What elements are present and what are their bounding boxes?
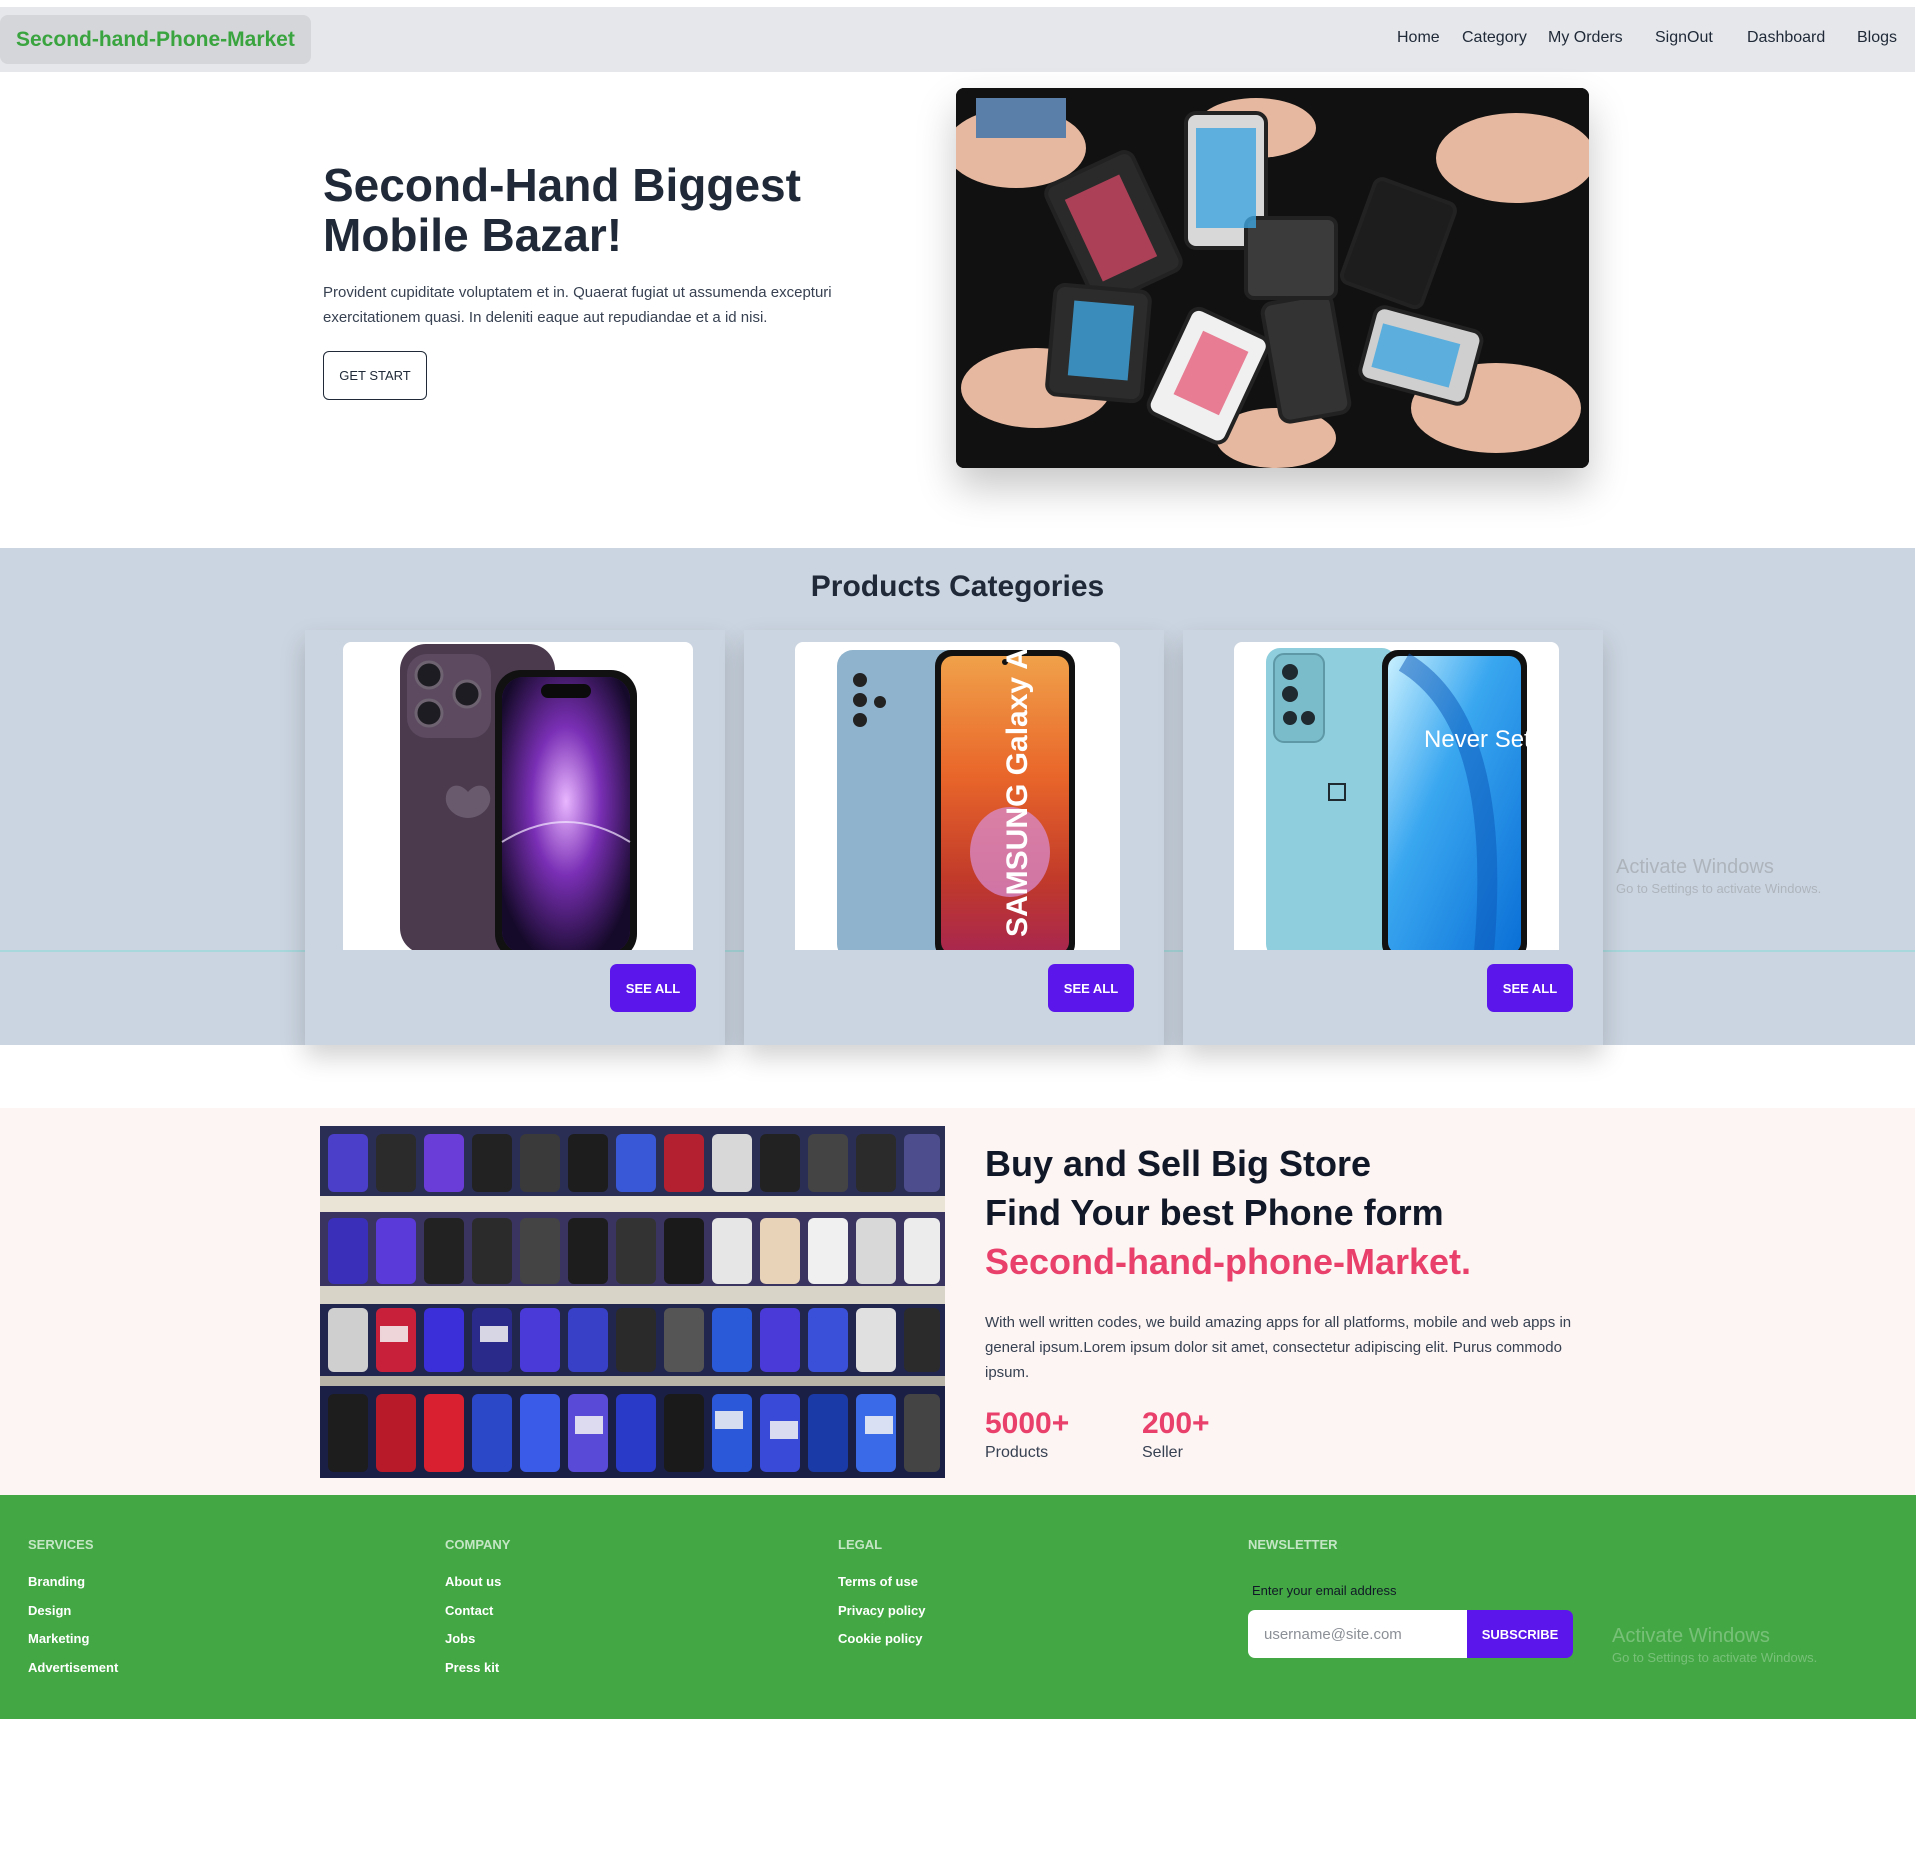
categories-title: Products Categories: [810, 570, 1105, 603]
hero-text: Provident cupiditate voluptatem et in. Q…: [323, 284, 832, 326]
stat-products-label: Products: [985, 1444, 1049, 1461]
footer-link-advertisement[interactable]: Advertisement: [28, 1660, 118, 1675]
oneplus-slogan-text: Never Settle: [1424, 726, 1556, 753]
category-card-iphone[interactable]: SEE ALL: [305, 630, 725, 1045]
nav-home[interactable]: Home: [1397, 29, 1440, 47]
hero-title: Second-Hand Biggest Mobile Bazar!: [323, 159, 801, 261]
footer-link-press-kit[interactable]: Press kit: [445, 1660, 499, 1675]
hero-phones-illustration: [956, 88, 1589, 468]
get-start-button[interactable]: GET START: [323, 351, 427, 400]
stat-products-value: 5000+: [985, 1407, 1070, 1440]
navbar: Second-hand-Phone-Market Home Category M…: [0, 7, 1915, 72]
footer-company-title: COMPANY: [445, 1537, 511, 1552]
nav-dashboard[interactable]: Dashboard: [1747, 29, 1825, 47]
see-all-button[interactable]: SEE ALL: [610, 964, 696, 1012]
footer-link-terms[interactable]: Terms of use: [838, 1574, 918, 1589]
see-all-button[interactable]: SEE ALL: [1048, 964, 1134, 1012]
watermark-title: Activate Windows: [1612, 1625, 1770, 1647]
iphone-illustration: [400, 644, 637, 950]
nav-links: Home Category My Orders SignOut Dashboar…: [1315, 7, 1915, 72]
subscribe-button[interactable]: SUBSCRIBE: [1467, 1610, 1573, 1658]
brand-logo-link[interactable]: Second-hand-Phone-Market: [0, 15, 311, 64]
about-section: [0, 1108, 1915, 1495]
newsletter-email-label: Enter your email address: [1252, 1583, 1397, 1598]
footer-link-design[interactable]: Design: [28, 1603, 71, 1618]
footer-legal-title: LEGAL: [838, 1537, 883, 1552]
nav-my-orders[interactable]: My Orders: [1548, 29, 1623, 47]
category-image-oneplus: Never Settle: [1234, 642, 1559, 950]
category-card-oneplus[interactable]: Never Settle SEE ALL: [1183, 630, 1603, 1045]
newsletter-email-input[interactable]: [1248, 1610, 1467, 1658]
stat-seller-value: 200+: [1142, 1407, 1210, 1440]
category-card-samsung[interactable]: SAMSUNG Galaxy A32 SEE ALL: [744, 630, 1164, 1045]
oneplus-illustration: Never Settle: [1266, 648, 1556, 950]
page-edge: [1916, 0, 1920, 1868]
category-image-samsung: SAMSUNG Galaxy A32: [795, 642, 1120, 950]
category-image-iphone: [343, 642, 693, 950]
about-text: With well written codes, we build amazin…: [985, 1314, 1572, 1381]
footer-newsletter-title: NEWSLETTER: [1248, 1537, 1338, 1552]
footer-link-about-us[interactable]: About us: [445, 1574, 501, 1589]
nav-signout[interactable]: SignOut: [1655, 29, 1713, 47]
about-heading-line2: Find Your best Phone form: [985, 1192, 1444, 1233]
footer-link-branding[interactable]: Branding: [28, 1574, 85, 1589]
store-shelf-image: [320, 1126, 945, 1478]
footer: [0, 1495, 1918, 1719]
footer-link-privacy[interactable]: Privacy policy: [838, 1603, 925, 1618]
samsung-brand-text: SAMSUNG Galaxy A32: [1001, 642, 1034, 937]
about-heading-line3: Second-hand-phone-Market.: [985, 1241, 1472, 1282]
watermark-subtitle: Go to Settings to activate Windows.: [1616, 881, 1822, 896]
activate-windows-watermark: Activate Windows Go to Settings to activ…: [1616, 856, 1821, 896]
nav-category[interactable]: Category: [1462, 29, 1527, 47]
samsung-illustration: SAMSUNG Galaxy A32: [837, 642, 1075, 950]
about-heading-line1: Buy and Sell Big Store: [985, 1143, 1372, 1184]
stat-seller-label: Seller: [1142, 1444, 1183, 1461]
footer-services-title: SERVICES: [28, 1537, 94, 1552]
nav-blogs[interactable]: Blogs: [1857, 29, 1897, 47]
phone-shelf-illustration: [320, 1126, 945, 1478]
footer-link-cookie[interactable]: Cookie policy: [838, 1631, 923, 1646]
hero-image-hands-holding-phones: [956, 88, 1589, 468]
footer-link-contact[interactable]: Contact: [445, 1603, 493, 1618]
activate-windows-watermark-footer: Activate Windows Go to Settings to activ…: [1612, 1625, 1817, 1665]
footer-link-jobs[interactable]: Jobs: [445, 1631, 475, 1646]
watermark-title: Activate Windows: [1616, 856, 1774, 878]
watermark-subtitle: Go to Settings to activate Windows.: [1612, 1650, 1818, 1665]
see-all-button[interactable]: SEE ALL: [1487, 964, 1573, 1012]
footer-link-marketing[interactable]: Marketing: [28, 1631, 89, 1646]
